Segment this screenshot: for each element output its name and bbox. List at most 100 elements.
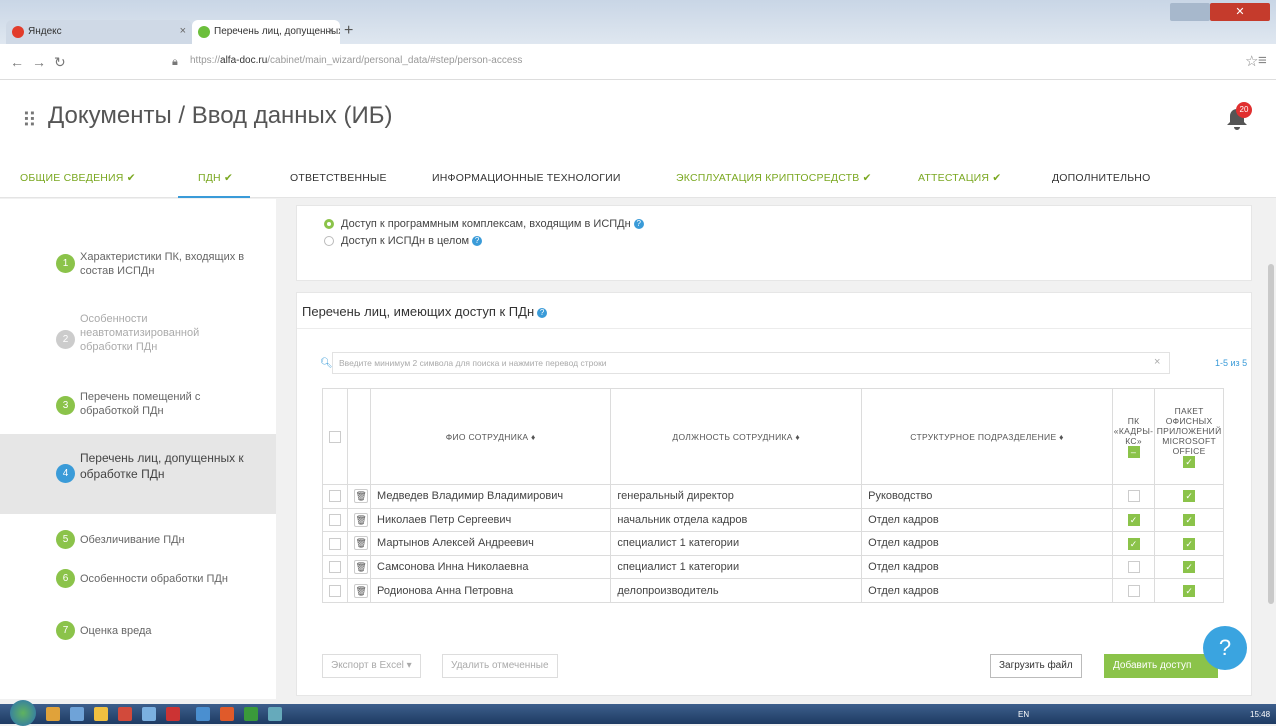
taskbar-app-icon[interactable] xyxy=(142,707,156,721)
trash-icon[interactable]: 🗑︎ xyxy=(354,512,369,527)
export-excel-button[interactable]: Экспорт в Excel ▾ xyxy=(322,654,421,678)
tab-it[interactable]: ИНФОРМАЦИОННЫЕ ТЕХНОЛОГИИ xyxy=(432,172,621,184)
office-checkbox[interactable]: ✓ xyxy=(1183,561,1196,574)
col-office: ПАКЕТ ОФИСНЫХ ПРИЛОЖЕНИЙ MICROSOFT OFFIC… xyxy=(1154,388,1224,485)
help-icon[interactable]: ? xyxy=(537,307,548,318)
start-button[interactable] xyxy=(10,700,36,726)
cell-department: Отдел кадров xyxy=(861,531,1113,556)
row-checkbox[interactable] xyxy=(329,513,341,526)
tab-crypto[interactable]: ЭКСПЛУАТАЦИЯ КРИПТОСРЕДСТВ ✔ xyxy=(676,172,872,184)
bookmark-star-icon[interactable]: ☆ xyxy=(1245,52,1258,70)
sidebar-item-depersonalization[interactable]: 5 Обезличивание ПДн xyxy=(0,526,276,556)
office-checkbox[interactable]: ✓ xyxy=(1183,513,1196,526)
pk-checkbox[interactable]: ✓ xyxy=(1127,537,1140,550)
sidebar-item-premises[interactable]: 3 Перечень помещений с обработкой ПДн xyxy=(0,386,276,430)
cell-department: Отдел кадров xyxy=(861,578,1113,603)
clear-search-icon[interactable]: × xyxy=(1154,356,1160,368)
sidebar-item-harm[interactable]: 7 Оценка вреда xyxy=(0,611,276,641)
select-all-checkbox[interactable] xyxy=(329,430,342,443)
sidebar-item-persons[interactable]: 4 Перечень лиц, допущенных к обработке П… xyxy=(0,434,276,514)
taskbar-app-icon[interactable] xyxy=(268,707,282,721)
back-icon[interactable]: ← xyxy=(10,54,24,70)
window-minimize-button[interactable] xyxy=(1170,3,1210,21)
trash-icon[interactable]: 🗑︎ xyxy=(354,583,369,598)
site-favicon-icon xyxy=(198,26,210,38)
tab-pdn[interactable]: ПДН ✔ xyxy=(198,172,233,184)
delete-selected-button[interactable]: Удалить отмеченные xyxy=(442,654,558,678)
row-checkbox[interactable] xyxy=(329,537,341,550)
taskbar-app-icon[interactable] xyxy=(94,707,108,721)
tab-additional[interactable]: ДОПОЛНИТЕЛЬНО xyxy=(1052,172,1150,184)
step-number: 4 xyxy=(56,464,75,483)
col-department[interactable]: СТРУКТУРНОЕ ПОДРАЗДЕЛЕНИЕ ♦ xyxy=(861,388,1113,485)
cell-position: делопроизводитель xyxy=(610,578,863,603)
taskbar-app-icon[interactable] xyxy=(244,707,258,721)
taskbar-app-icon[interactable] xyxy=(220,707,234,721)
forward-icon[interactable]: → xyxy=(32,54,46,70)
window-close-button[interactable]: ✕ xyxy=(1210,3,1270,21)
sidebar-item-characteristics[interactable]: 1 Характеристики ПК, входящих в состав И… xyxy=(0,240,276,290)
close-tab-icon[interactable]: × xyxy=(328,25,334,37)
row-select-cell xyxy=(321,554,349,580)
apps-grid-icon[interactable]: ⠿ xyxy=(22,108,37,133)
notifications-badge: 20 xyxy=(1236,102,1252,118)
tab-responsible[interactable]: ОТВЕТСТВЕННЫЕ xyxy=(290,172,387,184)
office-checkbox[interactable]: ✓ xyxy=(1183,537,1196,550)
cell-office: ✓ xyxy=(1154,507,1224,533)
tab-attestation[interactable]: АТТЕСТАЦИЯ ✔ xyxy=(918,172,1001,184)
browser-menu-icon[interactable]: ≡ xyxy=(1258,52,1267,69)
page-scrollbar[interactable] xyxy=(1268,264,1274,604)
taskbar-app-icon[interactable] xyxy=(196,707,210,721)
taskbar-app-icon[interactable] xyxy=(70,707,84,721)
table-row: 🗑︎ Самсонова Инна Николаевна специалист … xyxy=(321,554,1224,580)
sidebar-item-label: Особенности неавтоматизированной обработ… xyxy=(80,313,200,353)
radio-ispdn-whole[interactable] xyxy=(324,236,334,246)
language-indicator[interactable]: EN xyxy=(1018,710,1029,719)
row-checkbox[interactable] xyxy=(329,561,341,574)
upload-file-button[interactable]: Загрузить файл xyxy=(990,654,1082,678)
url-prefix: https:// xyxy=(190,55,221,66)
trash-icon[interactable]: 🗑︎ xyxy=(354,489,369,504)
tab-general[interactable]: ОБЩИЕ СВЕДЕНИЯ ✔ xyxy=(20,172,136,184)
radio-program-complexes[interactable] xyxy=(324,219,334,229)
taskbar-app-icon[interactable] xyxy=(166,707,180,721)
browser-tab-active[interactable]: Перечень лиц, допущенных × xyxy=(192,20,340,44)
row-delete-cell: 🗑︎ xyxy=(347,507,372,533)
help-button[interactable]: ? xyxy=(1203,626,1247,670)
url-field[interactable]: https://alfa-doc.ru/cabinet/main_wizard/… xyxy=(190,55,522,66)
search-input[interactable]: Введите минимум 2 символа для поиска и н… xyxy=(332,352,1170,374)
col-position[interactable]: ДОЛЖНОСТЬ СОТРУДНИКА ♦ xyxy=(610,388,863,485)
office-checkbox[interactable]: ✓ xyxy=(1183,584,1196,597)
row-checkbox[interactable] xyxy=(329,584,341,597)
new-tab-button[interactable]: + xyxy=(344,22,353,40)
reload-icon[interactable]: ↻ xyxy=(54,54,66,71)
office-checkbox[interactable]: ✓ xyxy=(1183,490,1196,503)
col-pk: ПК «КАДРЫ-КС» – xyxy=(1111,388,1156,485)
row-delete-cell: 🗑︎ xyxy=(347,531,372,556)
sidebar-item-non-automated[interactable]: 2 Особенности неавтоматизированной обраб… xyxy=(0,306,276,366)
actions-header xyxy=(347,388,372,485)
pk-checkbox[interactable] xyxy=(1127,584,1140,597)
browser-tab-yandex[interactable]: Яндекс × xyxy=(6,20,192,44)
explorer-icon[interactable] xyxy=(46,707,60,721)
col-name[interactable]: ФИО СОТРУДНИКА ♦ xyxy=(370,388,612,485)
row-checkbox[interactable] xyxy=(329,490,341,503)
sidebar-item-processing[interactable]: 6 Особенности обработки ПДн xyxy=(0,565,276,595)
pk-checkbox[interactable]: ✓ xyxy=(1127,513,1140,526)
cell-position: начальник отдела кадров xyxy=(610,507,863,533)
pk-toggle-all-checkbox[interactable]: – xyxy=(1127,445,1140,458)
add-access-button[interactable]: Добавить доступ xyxy=(1104,654,1218,678)
help-icon[interactable]: ? xyxy=(472,236,483,247)
url-domain: alfa-doc.ru xyxy=(220,55,268,66)
option1-text: Доступ к программным комплексам, входящи… xyxy=(341,218,631,230)
trash-icon[interactable]: 🗑︎ xyxy=(354,560,369,575)
cell-name: Самсонова Инна Николаевна xyxy=(370,554,612,580)
trash-icon[interactable]: 🗑︎ xyxy=(354,536,369,551)
pk-checkbox[interactable] xyxy=(1127,561,1140,574)
taskbar-app-icon[interactable] xyxy=(118,707,132,721)
pk-checkbox[interactable] xyxy=(1127,490,1140,503)
close-tab-icon[interactable]: × xyxy=(180,25,186,37)
help-icon[interactable]: ? xyxy=(633,219,644,230)
office-toggle-all-checkbox[interactable]: ✓ xyxy=(1183,455,1196,468)
step-number: 6 xyxy=(56,569,75,588)
